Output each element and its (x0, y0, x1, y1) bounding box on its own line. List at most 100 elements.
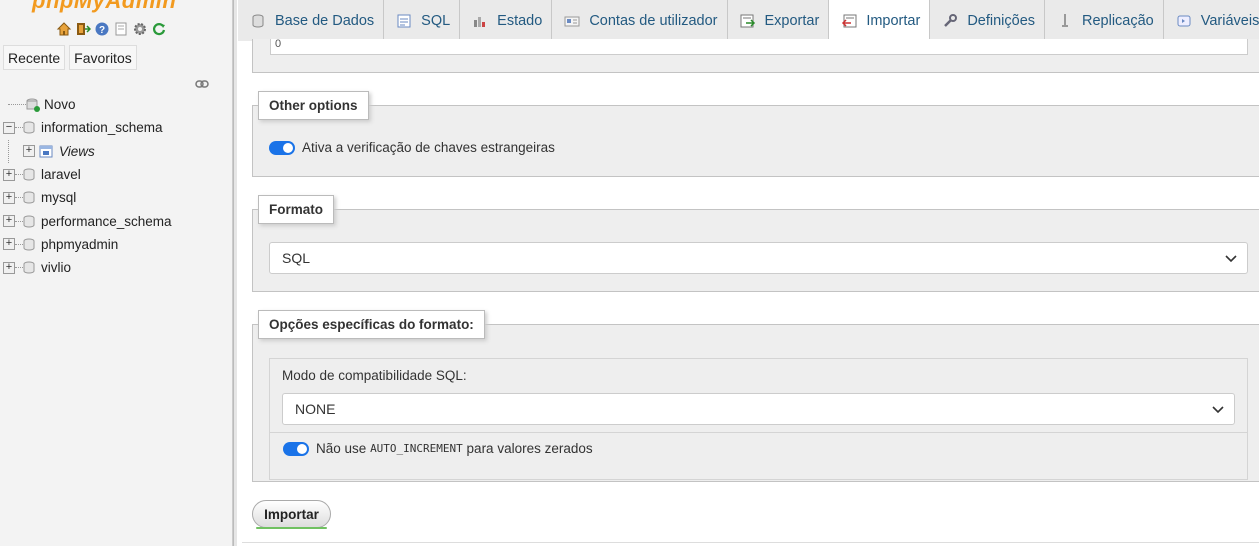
users-icon (564, 13, 580, 29)
tab-label: SQL (421, 12, 451, 29)
status-icon (472, 13, 488, 29)
compat-mode-select[interactable]: NONE (282, 393, 1235, 425)
auto-increment-code: AUTO_INCREMENT (370, 442, 463, 455)
database-tree: Novo − information_schema + Views + lara… (0, 93, 232, 279)
tab-variables[interactable]: Variáveis (1163, 0, 1259, 41)
tree-item-information-schema[interactable]: − information_schema (0, 116, 232, 139)
expand-icon[interactable]: + (3, 191, 15, 204)
home-icon[interactable] (56, 21, 72, 37)
sidebar-resize-handle[interactable] (233, 0, 237, 546)
tree-item-mysql[interactable]: + mysql (0, 186, 232, 209)
reload-icon[interactable] (151, 21, 167, 37)
database-icon (23, 191, 35, 204)
tab-label: Definições (967, 12, 1036, 29)
database-icon (23, 238, 35, 251)
tree-item-label[interactable]: vivlio (41, 260, 71, 275)
import-icon (841, 13, 857, 29)
sidebar-tabs: Recente Favoritos (3, 45, 137, 70)
export-icon (740, 13, 756, 29)
wrench-icon (942, 13, 958, 29)
tree-connector (8, 104, 26, 106)
sql-icon (396, 13, 412, 29)
tree-connector (15, 243, 23, 245)
chevron-down-icon (1212, 402, 1224, 414)
tab-settings[interactable]: Definições (930, 0, 1046, 41)
exit-icon[interactable] (75, 21, 91, 37)
help-icon[interactable]: ? (94, 21, 110, 37)
tab-import[interactable]: Importar (829, 0, 931, 42)
tree-item-label[interactable]: phpmyadmin (41, 237, 118, 252)
tree-item-label[interactable]: mysql (41, 190, 76, 205)
tab-recent[interactable]: Recente (3, 45, 66, 70)
import-button[interactable]: Importar (252, 500, 331, 529)
tab-label: Contas de utilizador (589, 12, 718, 29)
tree-item-performance-schema[interactable]: + performance_schema (0, 209, 232, 232)
expand-icon[interactable]: + (3, 168, 15, 181)
tree-connector (15, 127, 23, 129)
tree-item-new[interactable]: Novo (0, 93, 232, 116)
format-options-legend: Opções específicas do formato: (258, 310, 485, 339)
tab-sql[interactable]: SQL (384, 0, 461, 41)
divider (242, 542, 1259, 543)
tab-replication[interactable]: Replicação (1045, 0, 1164, 41)
collapse-icon[interactable]: − (3, 121, 15, 134)
compat-mode-value: NONE (295, 401, 336, 417)
tree-item-label[interactable]: Views (59, 144, 95, 159)
tree-item-label[interactable]: laravel (41, 167, 81, 182)
tab-databases[interactable]: Base de Dados (238, 0, 385, 41)
tree-item-phpmyadmin[interactable]: + phpmyadmin (0, 233, 232, 256)
foreign-keys-toggle[interactable] (269, 140, 295, 155)
tab-label: Importar (866, 12, 921, 29)
tree-connector (15, 197, 23, 199)
format-select[interactable]: SQL (269, 242, 1248, 274)
database-icon (23, 215, 35, 228)
tree-item-views[interactable]: + Views (0, 139, 232, 163)
foreign-keys-label: Ativa a verificação de chaves estrangeir… (302, 140, 555, 155)
compat-mode-label: Modo de compatibilidade SQL: (282, 368, 467, 383)
tab-export[interactable]: Exportar (727, 0, 830, 41)
replication-icon (1057, 13, 1073, 29)
tree-item-laravel[interactable]: + laravel (0, 163, 232, 186)
tree-item-label[interactable]: Novo (44, 97, 76, 112)
tab-status[interactable]: Estado (460, 0, 553, 41)
docs-icon[interactable] (113, 21, 129, 37)
settings-icon[interactable] (132, 21, 148, 37)
tree-connector (8, 139, 9, 163)
tab-label: Replicação (1082, 12, 1154, 29)
expand-icon[interactable]: + (3, 215, 15, 228)
import-page: 0 Other options Ativa a verificação de c… (238, 39, 1259, 546)
expand-icon[interactable]: + (3, 261, 15, 274)
tab-label: Exportar (764, 12, 820, 29)
phpmyadmin-logo[interactable]: phpMyAdmin (32, 0, 176, 14)
skip-queries-input[interactable]: 0 (270, 39, 1248, 55)
tree-item-label[interactable]: information_schema (41, 120, 163, 135)
chevron-down-icon (1225, 251, 1237, 263)
database-icon (250, 13, 266, 29)
format-select-value: SQL (282, 250, 311, 266)
tree-connector (15, 220, 23, 222)
tree-item-label[interactable]: performance_schema (41, 214, 172, 229)
svg-text:?: ? (99, 25, 105, 36)
views-icon (39, 145, 53, 158)
tree-connector (15, 174, 23, 176)
tab-favorites[interactable]: Favoritos (69, 45, 137, 70)
auto-increment-suffix: para valores zerados (466, 441, 593, 456)
new-db-icon (26, 98, 40, 113)
other-options-legend: Other options (258, 91, 369, 120)
format-legend: Formato (258, 195, 334, 224)
partial-import-fieldset: 0 (252, 39, 1259, 73)
expand-icon[interactable]: + (23, 145, 35, 158)
auto-increment-toggle[interactable] (283, 441, 309, 456)
tree-connector (15, 267, 23, 269)
other-options-fieldset: Other options Ativa a verificação de cha… (252, 91, 1259, 177)
database-icon (23, 261, 35, 274)
link-with-main-icon[interactable] (195, 77, 209, 88)
tab-user-accounts[interactable]: Contas de utilizador (552, 0, 728, 41)
expand-icon[interactable]: + (3, 238, 15, 251)
sql-format-options: Modo de compatibilidade SQL: NONE Não us… (269, 358, 1248, 480)
foreign-keys-option: Ativa a verificação de chaves estrangeir… (269, 140, 555, 155)
tree-item-vivlio[interactable]: + vivlio (0, 256, 232, 279)
tab-label: Base de Dados (275, 12, 375, 29)
quick-links: ? (56, 21, 167, 37)
format-fieldset: Formato SQL (252, 195, 1259, 292)
